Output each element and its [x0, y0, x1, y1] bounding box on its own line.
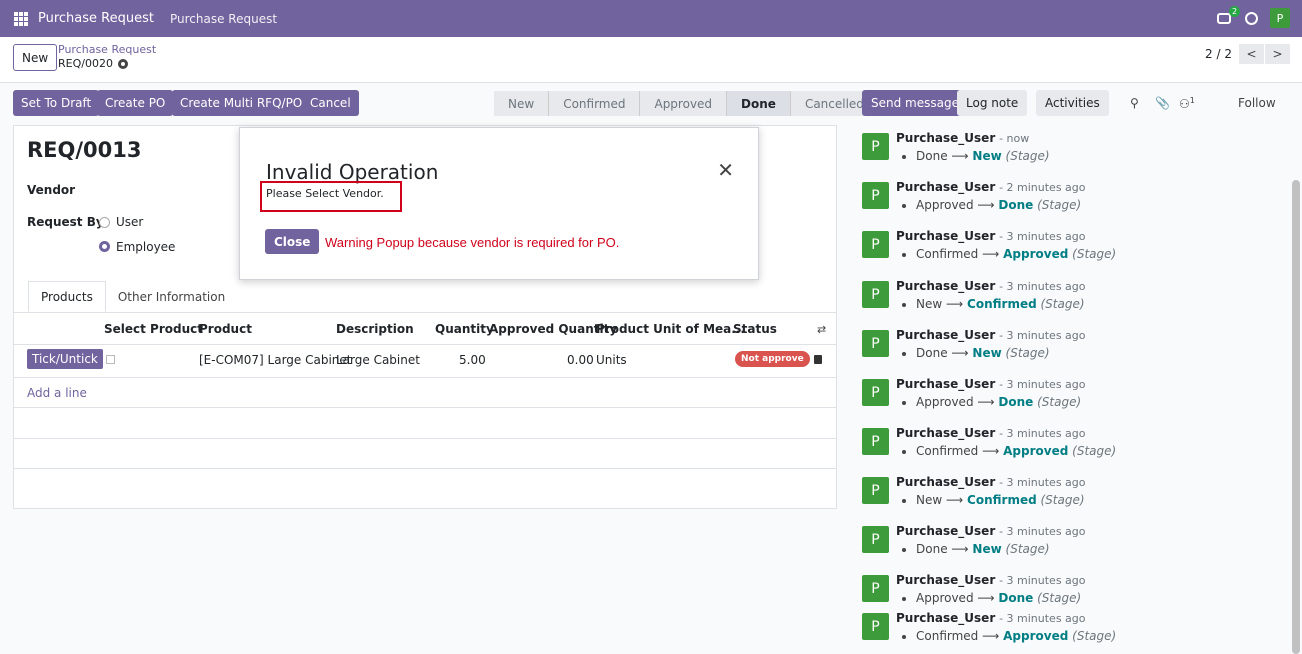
close-icon[interactable]: ✕ [717, 160, 734, 180]
invalid-operation-dialog: Invalid Operation ✕ Please Select Vendor… [239, 127, 759, 280]
annotation-note: Warning Popup because vendor is required… [325, 235, 620, 250]
modal-backdrop [0, 0, 1302, 654]
close-button[interactable]: Close [265, 229, 320, 254]
dialog-message: Please Select Vendor. [266, 187, 384, 200]
